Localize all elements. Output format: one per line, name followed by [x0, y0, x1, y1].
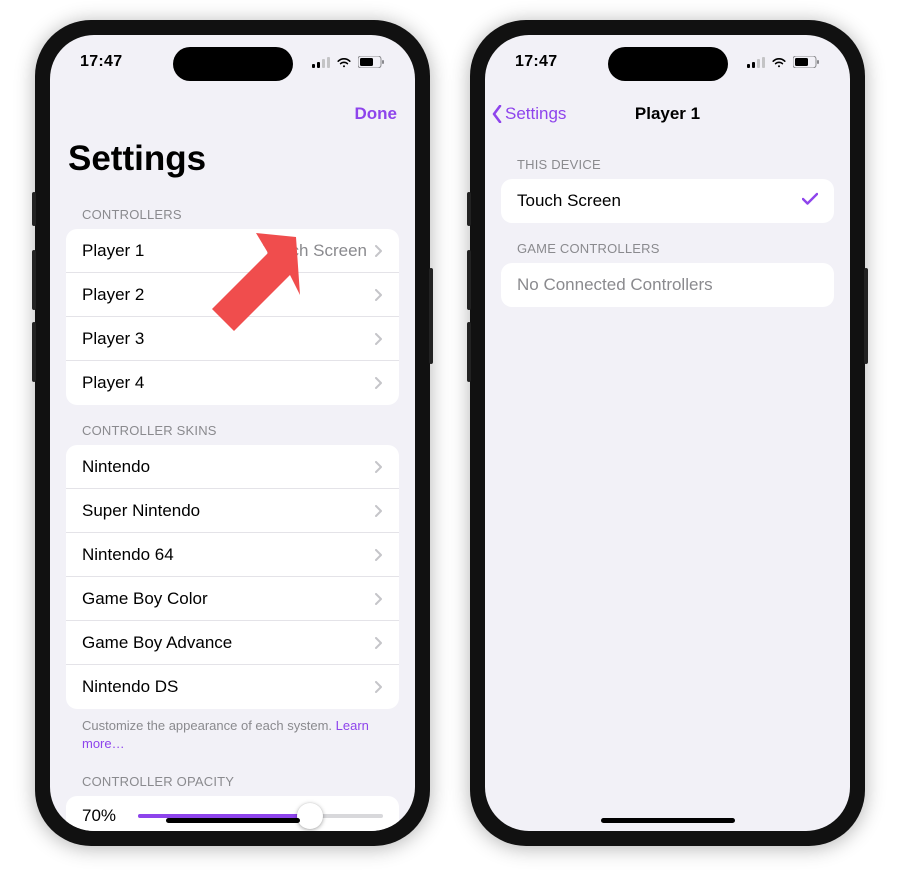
status-time: 17:47 — [515, 53, 557, 71]
volume-up-button — [32, 250, 36, 310]
chevron-right-icon — [375, 377, 383, 389]
controllers-row-player-3[interactable]: Player 3 — [66, 317, 399, 361]
checkmark-icon — [802, 192, 818, 211]
chevron-left-icon — [491, 105, 503, 123]
row-label: Game Boy Color — [82, 589, 208, 609]
skins-group: Nintendo Super Nintendo Nintendo 64 Game… — [66, 445, 399, 709]
page-title: Player 1 — [635, 104, 700, 124]
page-title: Settings — [50, 139, 415, 189]
chevron-right-icon — [375, 593, 383, 605]
opacity-value-label: 70% — [82, 806, 124, 826]
controllers-row-detail: Touch Screen — [263, 241, 367, 261]
skins-row-super-nintendo[interactable]: Super Nintendo — [66, 489, 399, 533]
side-button — [429, 268, 433, 364]
empty-label: No Connected Controllers — [517, 275, 713, 295]
section-header-opacity: CONTROLLER OPACITY — [66, 756, 399, 796]
row-label: Game Boy Advance — [82, 633, 232, 653]
chevron-right-icon — [375, 289, 383, 301]
controllers-row-player-1[interactable]: Player 1 Touch Screen — [66, 229, 399, 273]
volume-down-button — [467, 322, 471, 382]
player-settings-list[interactable]: THIS DEVICE Touch Screen GAME CONTROLLER… — [485, 139, 850, 831]
volume-up-button — [467, 250, 471, 310]
slider-thumb[interactable] — [297, 803, 323, 829]
nav-bar: Done — [50, 89, 415, 139]
controllers-group: Player 1 Touch Screen Player 2 Player 3 — [66, 229, 399, 405]
controllers-row-player-2[interactable]: Player 2 — [66, 273, 399, 317]
battery-icon — [793, 56, 820, 68]
skins-footer: Customize the appearance of each system.… — [66, 709, 399, 756]
settings-list[interactable]: CONTROLLERS Player 1 Touch Screen Player… — [50, 189, 415, 831]
row-label: Player 3 — [82, 329, 144, 349]
home-indicator — [166, 818, 300, 823]
chevron-right-icon — [375, 549, 383, 561]
battery-icon — [358, 56, 385, 68]
mute-switch — [32, 192, 36, 226]
skins-footer-text: Customize the appearance of each system. — [82, 718, 336, 733]
this-device-group: Touch Screen — [501, 179, 834, 223]
chevron-right-icon — [375, 637, 383, 649]
wifi-icon — [336, 56, 352, 68]
section-header-controllers: CONTROLLERS — [66, 189, 399, 229]
nav-bar: Settings Player 1 — [485, 89, 850, 139]
dynamic-island — [173, 47, 293, 81]
row-label: Super Nintendo — [82, 501, 200, 521]
row-label: Nintendo 64 — [82, 545, 174, 565]
chevron-right-icon — [375, 245, 383, 257]
status-time: 17:47 — [80, 53, 122, 71]
row-label: Nintendo — [82, 457, 150, 477]
back-button[interactable]: Settings — [485, 104, 566, 124]
signal-icon — [312, 57, 330, 68]
opacity-slider-row: 70% — [66, 796, 399, 831]
row-label: Player 1 — [82, 241, 144, 261]
phone-right: 17:47 Settings Player 1 THIS DEVICE Touc… — [470, 20, 865, 846]
this-device-row-touch-screen[interactable]: Touch Screen — [501, 179, 834, 223]
done-button[interactable]: Done — [355, 104, 398, 124]
row-label: Nintendo DS — [82, 677, 178, 697]
game-controllers-group: No Connected Controllers — [501, 263, 834, 307]
home-indicator — [601, 818, 735, 823]
section-header-game-controllers: GAME CONTROLLERS — [501, 223, 834, 263]
screen-right: 17:47 Settings Player 1 THIS DEVICE Touc… — [485, 35, 850, 831]
mute-switch — [467, 192, 471, 226]
chevron-right-icon — [375, 505, 383, 517]
volume-down-button — [32, 322, 36, 382]
wifi-icon — [771, 56, 787, 68]
section-header-skins: CONTROLLER SKINS — [66, 405, 399, 445]
row-label: Touch Screen — [517, 191, 621, 211]
phone-left: 17:47 Done Settings CONTROLLERS Player 1… — [35, 20, 430, 846]
dynamic-island — [608, 47, 728, 81]
back-label: Settings — [505, 104, 566, 124]
row-label: Player 4 — [82, 373, 144, 393]
skins-row-nintendo-ds[interactable]: Nintendo DS — [66, 665, 399, 709]
game-controllers-empty-row: No Connected Controllers — [501, 263, 834, 307]
controllers-row-player-4[interactable]: Player 4 — [66, 361, 399, 405]
skins-row-nintendo[interactable]: Nintendo — [66, 445, 399, 489]
chevron-right-icon — [375, 681, 383, 693]
chevron-right-icon — [375, 461, 383, 473]
skins-row-nintendo-64[interactable]: Nintendo 64 — [66, 533, 399, 577]
row-label: Player 2 — [82, 285, 144, 305]
section-header-this-device: THIS DEVICE — [501, 139, 834, 179]
signal-icon — [747, 57, 765, 68]
chevron-right-icon — [375, 333, 383, 345]
skins-row-game-boy-advance[interactable]: Game Boy Advance — [66, 621, 399, 665]
skins-row-game-boy-color[interactable]: Game Boy Color — [66, 577, 399, 621]
screen-left: 17:47 Done Settings CONTROLLERS Player 1… — [50, 35, 415, 831]
side-button — [864, 268, 868, 364]
